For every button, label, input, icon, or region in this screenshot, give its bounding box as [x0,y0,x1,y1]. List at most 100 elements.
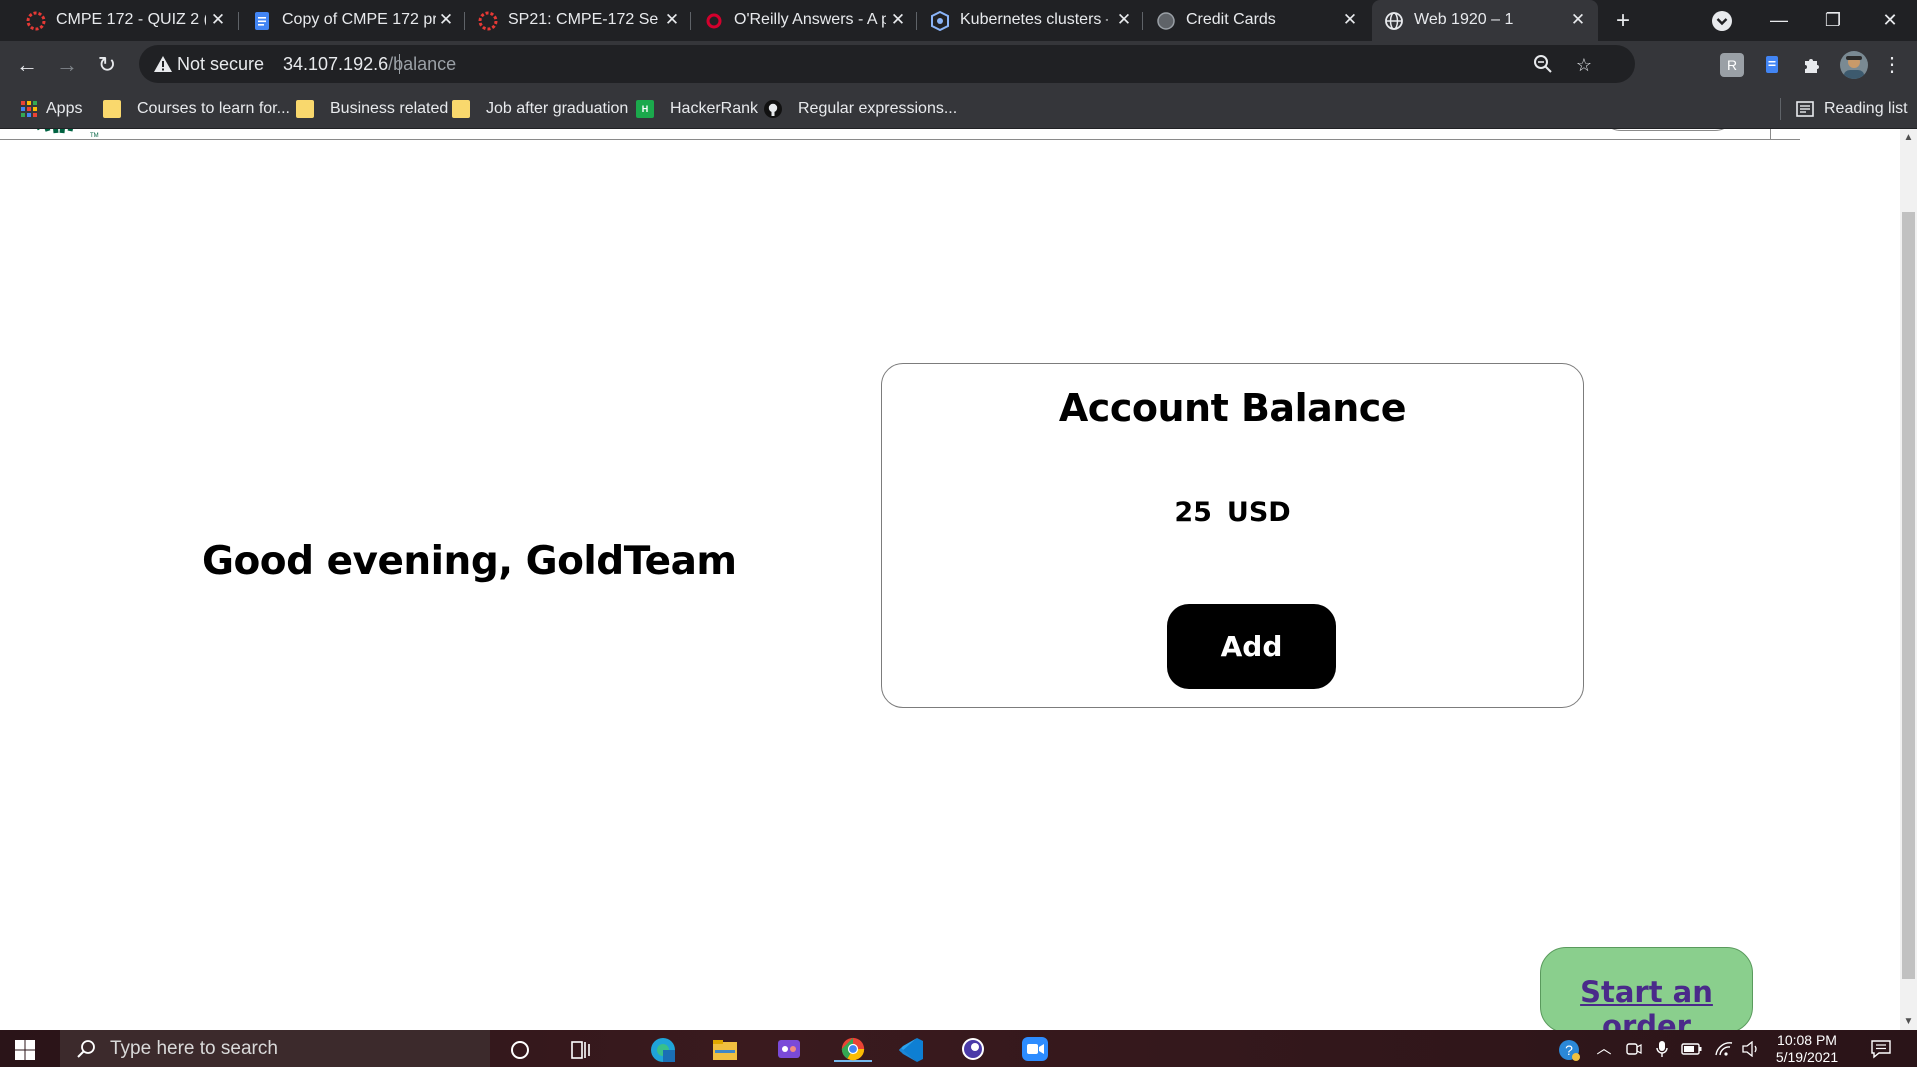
page-scrollbar[interactable]: ▲ ▼ [1900,129,1917,1030]
chevron-down-icon [1712,11,1732,31]
bookmarks-separator [1780,98,1781,120]
bookmark-label: Job after graduation [486,100,629,117]
tab-label: Web 1920 – 1 [1414,11,1514,28]
reading-list-icon [1796,101,1814,117]
edge-icon[interactable] [648,1036,678,1062]
volume-icon[interactable] [1740,1038,1762,1060]
tab-cmpe172-quiz[interactable]: CMPE 172 - QUIZ 2 (P ✕ [0,0,232,41]
chevron-up-icon[interactable]: ︿ [1594,1038,1614,1060]
tab-separator [238,12,239,30]
tab-label: Credit Cards [1186,11,1276,28]
folder-icon [103,100,121,118]
bookmarks-bar: Apps Courses to learn for... Business re… [0,88,1917,129]
tab-sp21-cmpe172[interactable]: SP21: CMPE-172 Sec 0 ✕ [466,0,692,41]
close-icon[interactable]: ✕ [1113,9,1135,31]
tab-search-chevron-icon[interactable] [1709,8,1735,34]
bookmark-folder-business[interactable]: Business related [296,98,448,120]
microphone-icon[interactable] [1652,1038,1672,1060]
page-viewport: TM Good evening, GoldTeam Account Balanc… [0,129,1900,1030]
wifi-icon[interactable] [1712,1038,1736,1060]
bookmark-regex[interactable]: Regular expressions... [764,98,957,120]
tab-web-1920[interactable]: Web 1920 – 1 ✕ [1372,0,1598,41]
folder-icon [452,100,470,118]
tab-separator [916,12,917,30]
reading-list-label: Reading list [1824,100,1908,117]
url-text[interactable]: 34.107.192.6/balance [283,54,456,74]
task-view-icon[interactable] [566,1036,596,1062]
header-nav-button[interactable] [1600,129,1736,131]
globe-icon [1157,12,1175,30]
extensions-puzzle-icon[interactable] [1800,53,1824,77]
extension-doc-icon[interactable] [1760,53,1784,77]
google-docs-icon [255,12,269,30]
profile-avatar[interactable] [1840,51,1868,79]
chrome-icon[interactable] [834,1036,872,1062]
zoom-app-icon[interactable] [1020,1036,1050,1062]
system-clock[interactable]: 10:08 PM 5/19/2021 [1762,1032,1852,1066]
bookmark-label: Business related [330,100,449,117]
taskbar-search-placeholder: Type here to search [110,1038,278,1059]
bookmark-star-icon[interactable]: ☆ [1573,54,1595,76]
bookmark-folder-courses[interactable]: Courses to learn for... [103,98,290,120]
zoom-icon[interactable] [1532,54,1554,76]
warning-triangle-icon[interactable] [153,54,173,74]
close-icon[interactable]: ✕ [887,9,909,31]
more-vertical-icon[interactable]: ⋮ [1880,53,1904,77]
svg-text:?: ? [1565,1042,1573,1058]
tab-oreilly-answers[interactable]: O'Reilly Answers - A p ✕ [692,0,918,41]
tab-label: Kubernetes clusters – [960,11,1108,28]
balance-amount: 25 USD [882,497,1583,528]
tab-kubernetes-clusters[interactable]: Kubernetes clusters – ✕ [918,0,1144,41]
bookmark-label: Regular expressions... [798,100,958,117]
close-icon[interactable]: ✕ [1339,9,1361,31]
vscode-icon[interactable] [896,1036,926,1062]
tab-label: SP21: CMPE-172 Sec 0 [508,11,658,28]
tab-label: Copy of CMPE 172 pr [282,11,436,28]
browser-tab-strip: CMPE 172 - QUIZ 2 (P ✕ Copy of CMPE 172 … [0,0,1917,41]
snip-tool-icon[interactable] [774,1036,804,1062]
close-icon[interactable]: ✕ [207,9,229,31]
tab-credit-cards[interactable]: Credit Cards ✕ [1144,0,1370,41]
starbucks-logo[interactable]: TM [26,129,102,139]
header-divider [0,139,1800,140]
bookmark-apps[interactable]: Apps [20,98,82,120]
greeting-heading: Good evening, GoldTeam [202,539,737,584]
bookmark-hackerrank[interactable]: H HackerRank [636,98,758,120]
restore-icon[interactable]: ❐ [1806,2,1860,38]
cortana-circle-icon[interactable] [505,1036,535,1062]
add-funds-button[interactable]: Add [1167,604,1336,689]
bookmark-label: Courses to learn for... [137,100,290,117]
start-order-button[interactable]: Start an order [1540,947,1753,1030]
new-tab-plus-icon[interactable]: + [1610,8,1636,34]
close-icon[interactable]: ✕ [661,9,683,31]
scroll-up-arrow-icon[interactable]: ▲ [1900,129,1917,146]
help-icon[interactable]: ? [1556,1038,1582,1061]
back-arrow-icon[interactable]: ← [12,50,42,80]
address-bar[interactable]: Not secure 34.107.192.6/balance ☆ [139,45,1635,83]
tor-browser-icon[interactable] [958,1036,988,1062]
start-order-link[interactable]: Start an order [1541,975,1752,1030]
windows-start-icon[interactable] [14,1039,36,1061]
extension-r-icon[interactable]: R [1720,53,1744,77]
battery-icon[interactable] [1680,1038,1704,1060]
minimize-icon[interactable]: — [1752,2,1806,38]
reload-icon[interactable]: ↻ [92,50,122,80]
clock-date: 5/19/2021 [1775,1049,1839,1065]
forward-arrow-icon[interactable]: → [52,50,82,80]
scroll-thumb[interactable] [1902,212,1915,979]
globe-icon [1385,12,1403,30]
notifications-icon[interactable] [1868,1038,1894,1060]
tab-separator [464,12,465,30]
file-explorer-icon[interactable] [710,1036,740,1062]
close-icon[interactable]: ✕ [1567,9,1589,31]
tab-copy-cmpe172[interactable]: Copy of CMPE 172 pr ✕ [240,0,466,41]
reading-list-button[interactable]: Reading list [1796,98,1908,120]
bookmark-folder-job[interactable]: Job after graduation [452,98,628,120]
taskbar-search[interactable]: Type here to search [60,1030,490,1067]
close-icon[interactable]: ✕ [435,9,457,31]
scroll-down-arrow-icon[interactable]: ▼ [1900,1013,1917,1030]
not-secure-label[interactable]: Not secure [177,54,264,74]
meet-now-icon[interactable] [1624,1038,1644,1060]
window-close-icon[interactable]: ✕ [1863,2,1917,38]
balance-currency: USD [1226,497,1291,528]
